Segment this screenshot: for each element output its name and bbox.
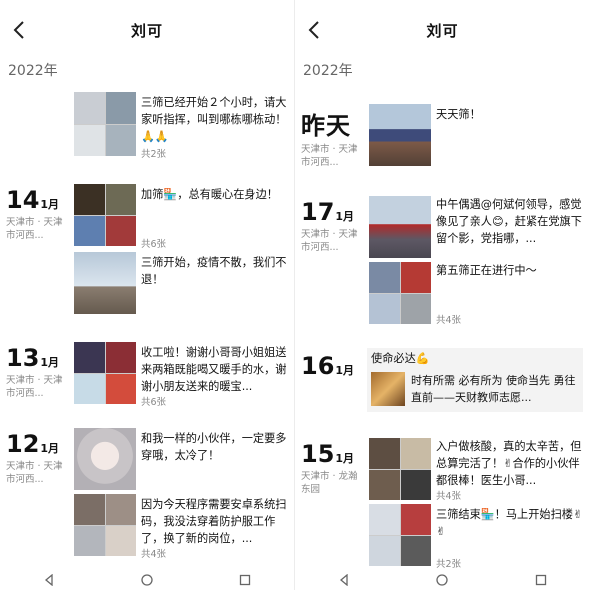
back-icon[interactable] (8, 18, 32, 42)
month-label: 1月 (335, 452, 355, 465)
post-text[interactable]: 三筛已经开始２个小时，请大家听指挥，叫到哪栋哪栋动！🙏🙏 (141, 94, 289, 145)
post-thumbnail[interactable] (74, 342, 136, 404)
nav-home-circle-icon[interactable] (141, 574, 153, 586)
system-nav-bar (0, 570, 294, 590)
date-17: 171月 天津市 · 天津市河西... (301, 198, 361, 254)
month-label: 1月 (335, 364, 355, 377)
date-13: 131月 天津市 · 天津市河西... (6, 344, 66, 400)
post-thumbnail[interactable] (369, 196, 431, 258)
post-text[interactable]: 入户做核酸，真的太辛苦，但总算完活了！✌合作的小伙伴都很棒！医生小哥... (436, 438, 584, 489)
year-label: 2022年 (8, 63, 58, 79)
date-12: 121月 天津市 · 天津市河西... (6, 430, 66, 486)
left-profile-pane: 刘可 2022年 三筛已经开始２个小时，请大家听指挥，叫到哪栋哪栋动！🙏🙏 共2… (0, 0, 295, 590)
photo-count: 共4张 (436, 491, 462, 502)
day-number: 16 (301, 352, 335, 380)
post-thumbnail[interactable] (369, 262, 431, 324)
location-label: 天津市 · 天津市河西... (301, 229, 358, 253)
year-label: 2022年 (303, 63, 353, 79)
post-thumbnail[interactable] (74, 428, 136, 490)
post-text[interactable]: 天天筛！ (436, 106, 584, 123)
card-title: 使命必达💪 (371, 352, 430, 365)
post-text[interactable]: 加筛🏪，总有暖心在身边！ (141, 186, 289, 203)
page-title: 刘可 (426, 21, 459, 40)
photo-count: 共2张 (141, 149, 167, 160)
post-thumbnail[interactable] (74, 92, 136, 156)
location-label: 天津市 · 龙瀚东园 (301, 471, 358, 495)
post-thumbnail[interactable] (369, 504, 431, 566)
date-15: 151月 天津市 · 龙瀚东园 (301, 440, 361, 496)
month-label: 1月 (335, 210, 355, 223)
location-label: 天津市 · 天津市河西... (301, 144, 358, 168)
top-nav: 刘可 (295, 10, 590, 50)
post-thumbnail[interactable] (369, 104, 431, 166)
nav-back-triangle-icon[interactable] (338, 574, 350, 586)
card-text: 时有所需 必有所为 使命当先 勇往直前——天财教师志愿... (411, 374, 576, 404)
day-number: 13 (6, 344, 40, 372)
photo-count: 共6张 (141, 397, 167, 408)
date-14: 141月 天津市 · 天津市河西... (6, 186, 66, 242)
post-text[interactable]: 中午偶遇@何斌何领导，感觉像见了亲人😊，赶紧在党旗下留个影，党指哪，... (436, 196, 584, 247)
day-label: 昨天 (301, 112, 351, 140)
page-title: 刘可 (130, 21, 163, 40)
day-number: 14 (6, 186, 40, 214)
date-16: 161月 (301, 352, 354, 380)
post-text[interactable]: 收工啦！谢谢小哥哥小姐姐送来两箱既能喝又暖手的水，谢谢小朋友送来的暖宝... (141, 344, 289, 395)
shared-article-card[interactable]: 使命必达💪 时有所需 必有所为 使命当先 勇往直前——天财教师志愿... (367, 348, 583, 412)
back-icon[interactable] (303, 18, 327, 42)
month-label: 1月 (40, 356, 60, 369)
location-label: 天津市 · 天津市河西... (6, 217, 63, 241)
location-label: 天津市 · 天津市河西... (6, 461, 63, 485)
nav-recent-square-icon[interactable] (239, 574, 251, 586)
post-text[interactable]: 三筛结束🏪！马上开始扫楼✌✌ (436, 506, 584, 540)
photo-count: 共4张 (141, 549, 167, 560)
nav-recent-square-icon[interactable] (535, 574, 547, 586)
post-text[interactable]: 三筛开始，疫情不散，我们不退！ (141, 254, 289, 288)
month-label: 1月 (40, 198, 60, 211)
date-yesterday: 昨天 天津市 · 天津市河西... (301, 106, 361, 169)
post-thumbnail[interactable] (74, 252, 136, 314)
system-nav-bar (295, 570, 590, 590)
post-text[interactable]: 第五筛正在进行中～ (436, 262, 584, 279)
location-label: 天津市 · 天津市河西... (6, 375, 63, 399)
photo-count: 共6张 (141, 239, 167, 250)
post-text[interactable]: 因为今天程序需要安卓系统扫码，我没法穿着防护服工作了，换了新的岗位，... (141, 496, 289, 547)
top-nav: 刘可 (0, 10, 294, 50)
photo-count: 共4张 (436, 315, 462, 326)
photo-count: 共2张 (436, 559, 462, 570)
nav-home-circle-icon[interactable] (436, 574, 449, 586)
day-number: 17 (301, 198, 335, 226)
article-thumbnail (371, 372, 405, 406)
day-number: 12 (6, 430, 40, 458)
right-profile-pane: 刘可 2022年 昨天 天津市 · 天津市河西... 天天筛！ 171月 天津市… (295, 0, 590, 590)
nav-back-triangle-icon[interactable] (43, 574, 55, 586)
post-text[interactable]: 和我一样的小伙伴，一定要多穿哦，太冷了！ (141, 430, 289, 464)
post-thumbnail[interactable] (74, 184, 136, 246)
day-number: 15 (301, 440, 335, 468)
post-thumbnail[interactable] (369, 438, 431, 500)
month-label: 1月 (40, 442, 60, 455)
post-thumbnail[interactable] (74, 494, 136, 556)
